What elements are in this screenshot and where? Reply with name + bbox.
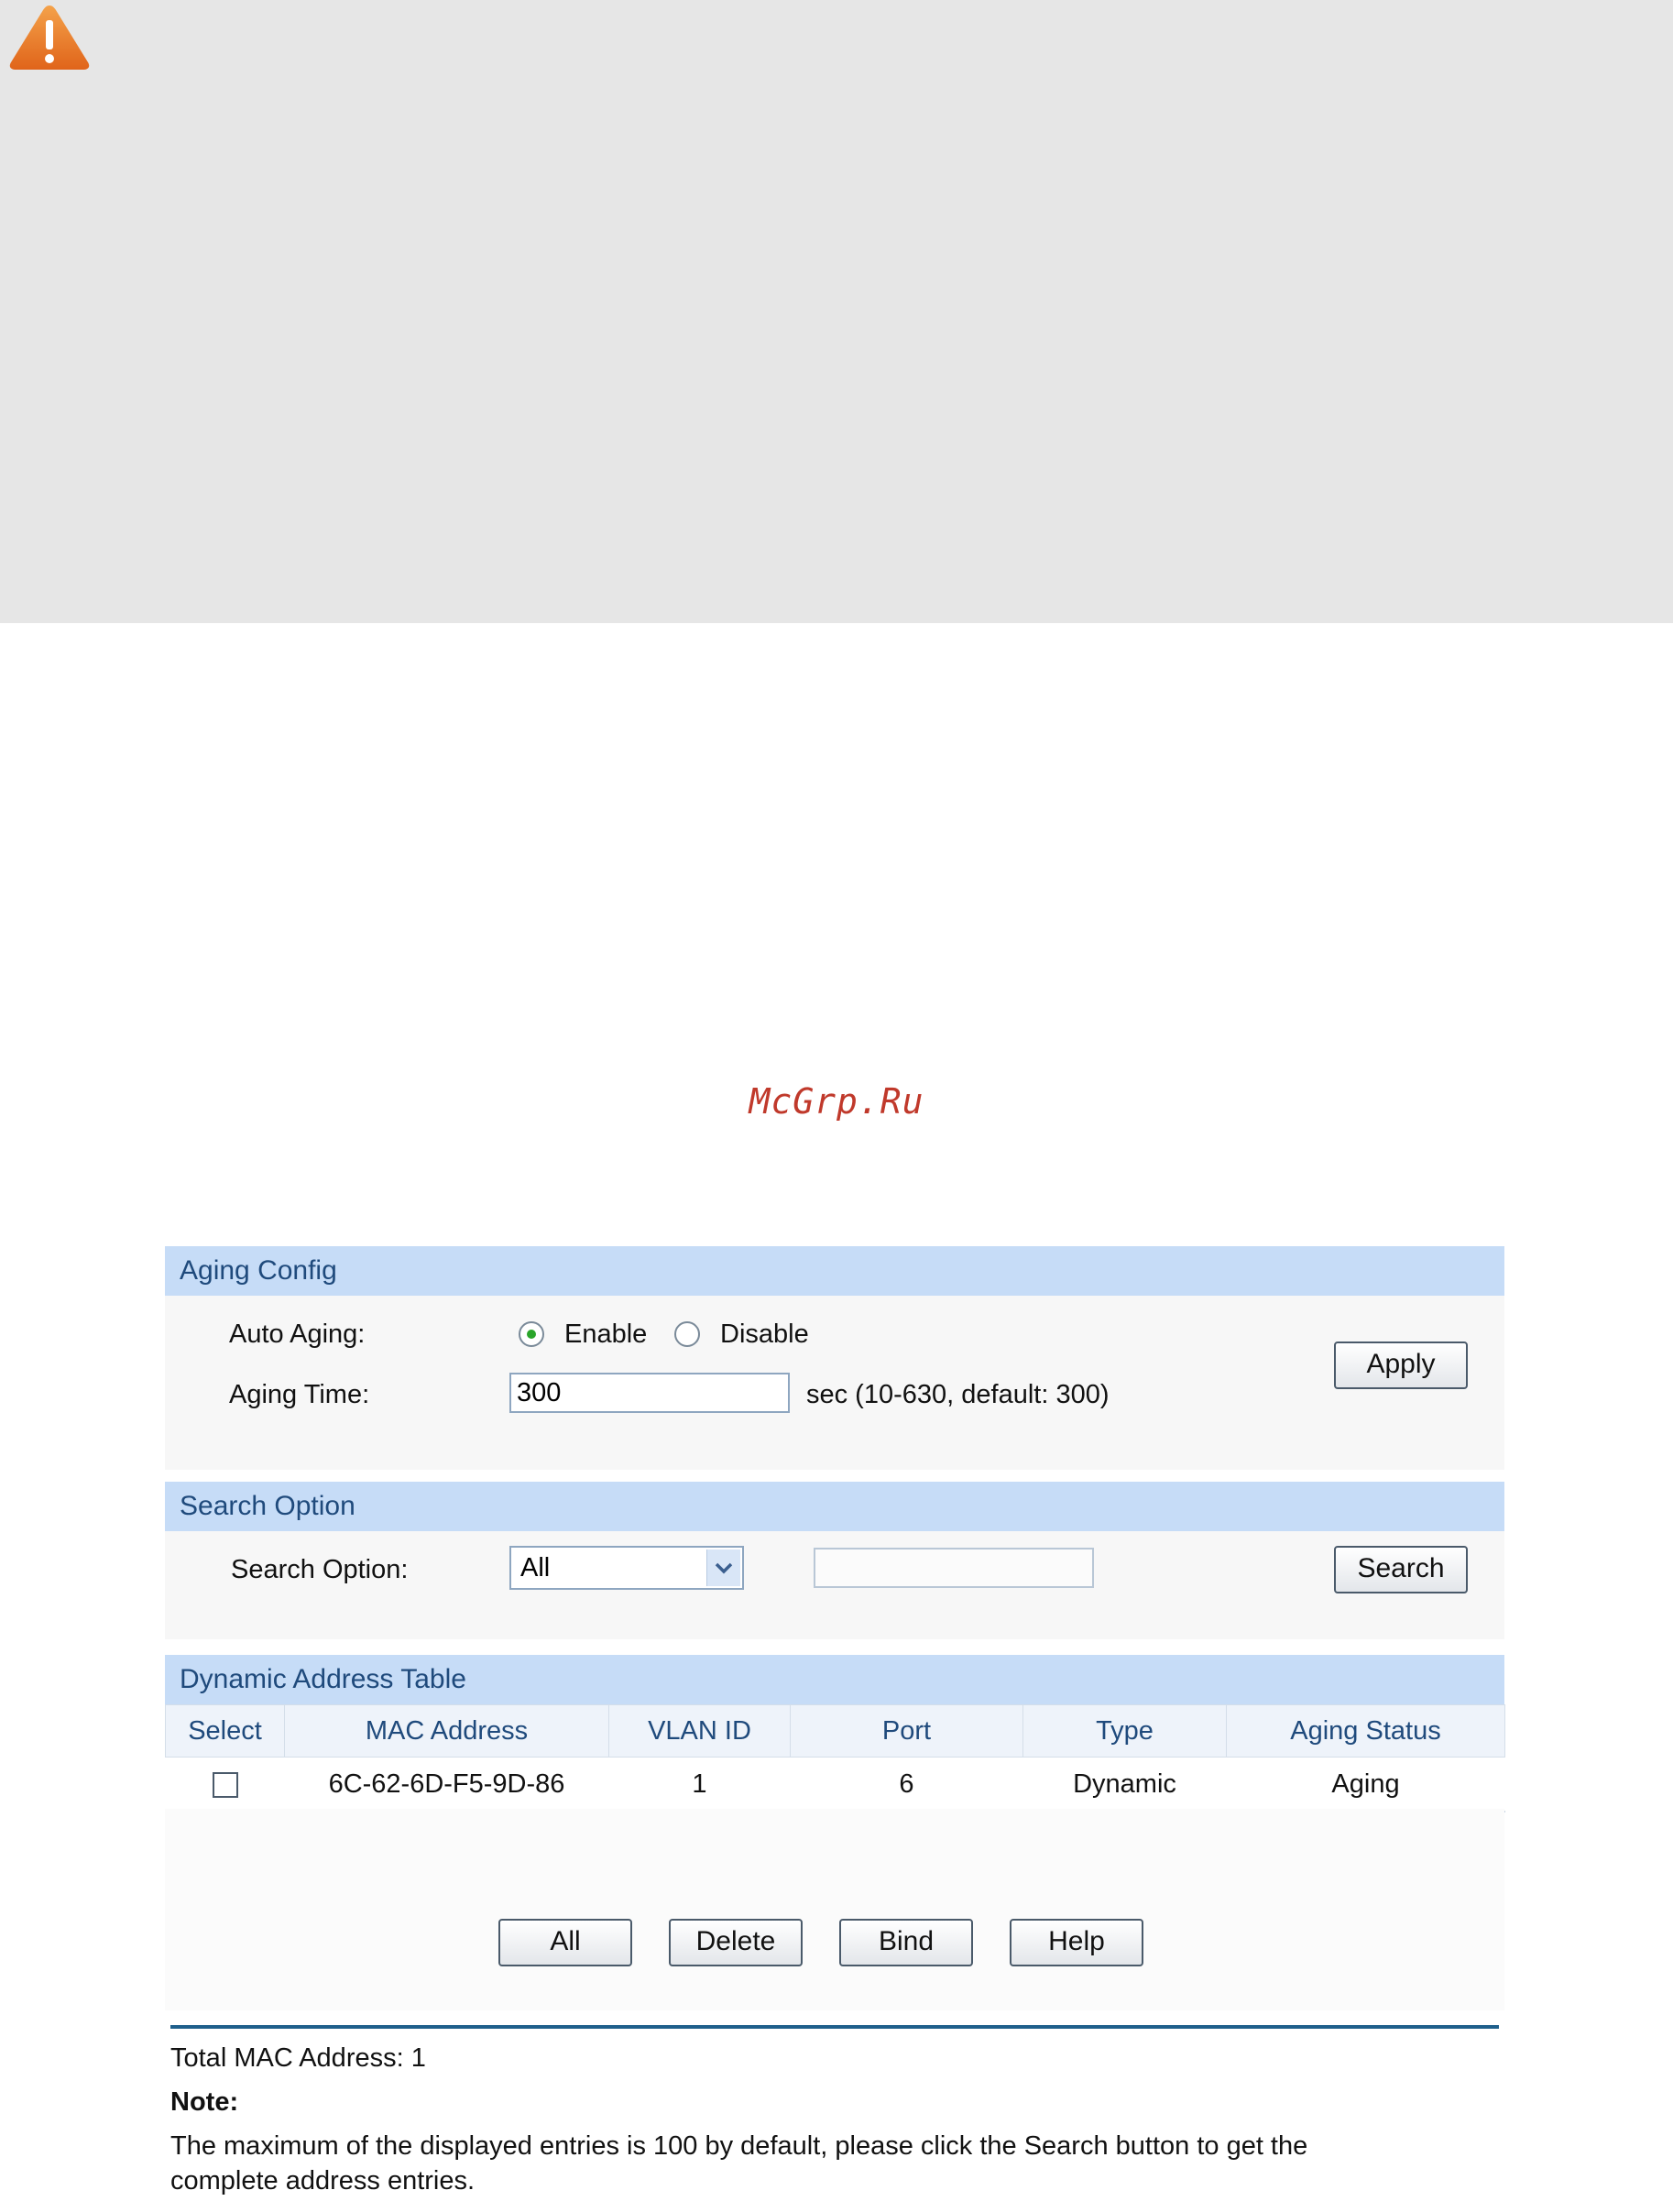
- select-cell: [165, 1757, 285, 1812]
- aging-time-hint: sec (10-630, default: 300): [806, 1380, 1110, 1409]
- aging-config-body: Auto Aging: Enable Disable Aging Time: 3…: [165, 1296, 1504, 1470]
- enable-radio-label[interactable]: Enable: [564, 1320, 647, 1350]
- mac-cell: 6C-62-6D-F5-9D-86: [284, 1757, 609, 1812]
- delete-button[interactable]: Delete: [669, 1919, 803, 1966]
- row-select-checkbox[interactable]: [212, 1771, 238, 1798]
- total-mac-address: Total MAC Address: 1: [170, 2043, 426, 2073]
- disable-radio[interactable]: [674, 1321, 700, 1347]
- search-option-select[interactable]: All: [509, 1546, 744, 1590]
- warning-triangle-icon: [9, 5, 90, 70]
- enable-radio[interactable]: [519, 1321, 544, 1347]
- note-title: Note:: [170, 2087, 239, 2117]
- help-button[interactable]: Help: [1010, 1919, 1143, 1966]
- column-header-vlan: VLAN ID: [608, 1704, 791, 1758]
- aging-config-header: Aging Config: [165, 1246, 1504, 1296]
- note-box: [0, 0, 1673, 623]
- chevron-down-icon[interactable]: [706, 1549, 740, 1586]
- column-header-select: Select: [165, 1704, 285, 1758]
- aging-status-cell: Aging: [1226, 1757, 1505, 1812]
- apply-button[interactable]: Apply: [1334, 1341, 1468, 1389]
- divider: [170, 2025, 1499, 2029]
- column-header-port: Port: [790, 1704, 1023, 1758]
- table-row: 6C-62-6D-F5-9D-86 1 6 Dynamic Aging: [165, 1757, 1505, 1812]
- port-cell: 6: [790, 1757, 1023, 1812]
- vlan-cell: 1: [608, 1757, 791, 1812]
- aging-time-label: Aging Time:: [229, 1380, 370, 1409]
- auto-aging-label: Auto Aging:: [229, 1320, 366, 1349]
- search-option-selected: All: [520, 1553, 551, 1582]
- column-header-mac: MAC Address: [284, 1704, 609, 1758]
- note-line-2: complete address entries.: [170, 2166, 476, 2196]
- bind-button[interactable]: Bind: [839, 1919, 973, 1966]
- search-option-header: Search Option: [165, 1482, 1504, 1531]
- watermark-text: McGrp.Ru: [749, 1081, 924, 1122]
- disable-radio-label[interactable]: Disable: [720, 1320, 809, 1350]
- table-button-area: All Delete Bind Help: [165, 1809, 1504, 2010]
- search-option-body: Search Option: All Search: [165, 1531, 1504, 1639]
- note-line-1: The maximum of the displayed entries is …: [170, 2131, 1308, 2161]
- search-option-label: Search Option:: [231, 1555, 409, 1584]
- all-button[interactable]: All: [498, 1919, 632, 1966]
- type-cell: Dynamic: [1022, 1757, 1227, 1812]
- table-header-row: Select MAC Address VLAN ID Port Type Agi…: [165, 1704, 1505, 1758]
- column-header-aging-status: Aging Status: [1226, 1704, 1505, 1758]
- dynamic-address-table-header: Dynamic Address Table: [165, 1655, 1504, 1704]
- column-header-type: Type: [1022, 1704, 1227, 1758]
- search-button[interactable]: Search: [1334, 1546, 1468, 1593]
- aging-time-input[interactable]: 300: [509, 1373, 790, 1413]
- search-value-input[interactable]: [814, 1548, 1094, 1588]
- dynamic-address-table: Select MAC Address VLAN ID Port Type Agi…: [165, 1704, 1505, 1812]
